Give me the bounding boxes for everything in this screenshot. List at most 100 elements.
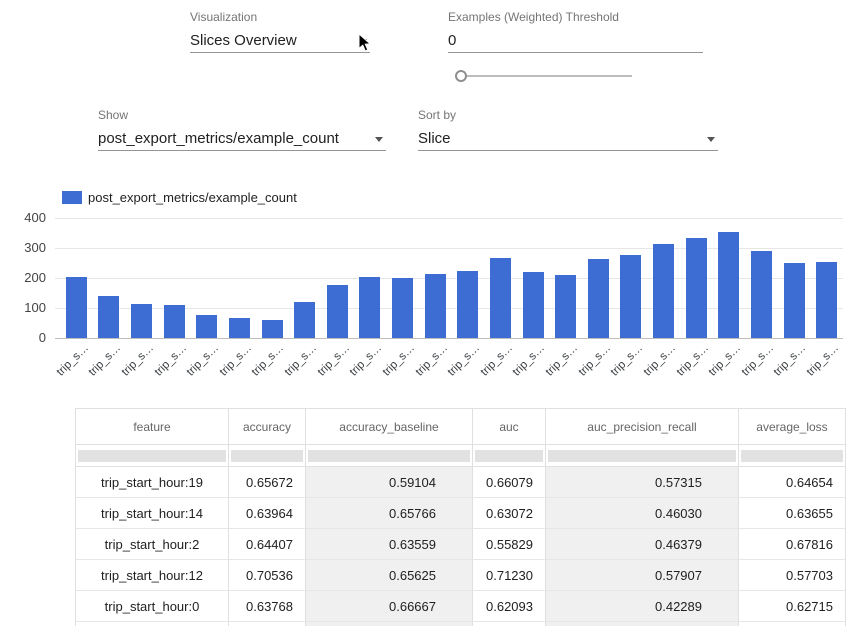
- bar[interactable]: [686, 238, 707, 338]
- threshold-slider-thumb[interactable]: [455, 70, 467, 82]
- column-header-feature[interactable]: feature: [76, 409, 229, 445]
- column-filter-accuracy_baseline[interactable]: [308, 450, 470, 462]
- sort-by-value: Slice: [418, 130, 451, 147]
- column-header-average_loss[interactable]: average_loss: [739, 409, 846, 445]
- bar[interactable]: [98, 296, 119, 338]
- y-axis-tick-label: 400: [0, 210, 46, 225]
- gridline: [55, 338, 843, 339]
- sort-by-label: Sort by: [418, 108, 456, 122]
- bar[interactable]: [653, 244, 674, 338]
- bar[interactable]: [588, 259, 609, 338]
- metric-cell: 0.64407: [229, 529, 306, 560]
- feature-cell: trip_start_hour:19: [76, 467, 229, 498]
- bar[interactable]: [164, 305, 185, 338]
- metric-cell: 0.42289: [546, 591, 739, 622]
- bar[interactable]: [620, 255, 641, 338]
- x-axis-tick-label: trip_s…: [315, 342, 352, 379]
- x-axis-tick-label: trip_s…: [642, 342, 679, 379]
- column-header-auc[interactable]: auc: [473, 409, 546, 445]
- table-row[interactable]: trip_start_hour:140.639640.657660.630720…: [76, 498, 846, 529]
- table-row[interactable]: trip_start_hour:20.644070.635590.558290.…: [76, 529, 846, 560]
- bar[interactable]: [359, 277, 380, 339]
- bar[interactable]: [196, 315, 217, 338]
- table-row[interactable]: trip_start_hour:190.656720.591040.660790…: [76, 467, 846, 498]
- bar[interactable]: [816, 262, 837, 338]
- bar[interactable]: [262, 320, 283, 338]
- x-axis-tick-label: trip_s…: [217, 342, 254, 379]
- threshold-label: Examples (Weighted) Threshold: [448, 10, 619, 24]
- metric-cell: 0.63655: [739, 498, 846, 529]
- legend-label: post_export_metrics/example_count: [88, 190, 297, 205]
- column-filter-feature[interactable]: [78, 450, 226, 462]
- bar[interactable]: [523, 272, 544, 338]
- metric-cell: 0.67816: [739, 529, 846, 560]
- metric-cell: 0.65766: [306, 498, 473, 529]
- bar[interactable]: [229, 318, 250, 338]
- bar[interactable]: [751, 251, 772, 338]
- column-filter-auc_precision_recall[interactable]: [548, 450, 736, 462]
- bar[interactable]: [490, 258, 511, 338]
- table-row[interactable]: trip_start_hour:00.637680.666670.620930.…: [76, 591, 846, 622]
- bar[interactable]: [457, 271, 478, 338]
- filter-cell: [739, 445, 846, 467]
- metric-cell: 0.65625: [306, 560, 473, 591]
- metric-cell: 0.46030: [546, 498, 739, 529]
- filter-cell: [306, 445, 473, 467]
- metric-cell: 0.71230: [473, 560, 546, 591]
- x-axis-tick-label: trip_s…: [576, 342, 613, 379]
- column-header-auc_precision_recall[interactable]: auc_precision_recall: [546, 409, 739, 445]
- y-axis-tick-label: 100: [0, 300, 46, 315]
- bar[interactable]: [718, 232, 739, 338]
- metric-cell: 0.44173: [546, 622, 739, 626]
- x-axis-tick-label: trip_s…: [185, 342, 222, 379]
- feature-cell: trip_start_hour:23: [76, 622, 229, 626]
- feature-cell: trip_start_hour:12: [76, 560, 229, 591]
- metric-cell: 0.65672: [229, 467, 306, 498]
- chevron-down-icon: [375, 137, 383, 142]
- metric-cell: 0.46379: [546, 529, 739, 560]
- table-row[interactable]: trip_start_hour:230.660160.648440.583370…: [76, 622, 846, 626]
- bar[interactable]: [66, 277, 87, 339]
- x-axis-tick-label: trip_s…: [381, 342, 418, 379]
- gridline: [55, 218, 843, 219]
- x-axis-tick-label: trip_s…: [87, 342, 124, 379]
- column-header-accuracy[interactable]: accuracy: [229, 409, 306, 445]
- show-dropdown[interactable]: post_export_metrics/example_count: [98, 128, 386, 151]
- visualization-dropdown[interactable]: Slices Overview: [190, 30, 370, 53]
- column-filter-accuracy[interactable]: [231, 450, 303, 462]
- column-filter-average_loss[interactable]: [741, 450, 843, 462]
- metric-cell: 0.66016: [229, 622, 306, 626]
- bar[interactable]: [327, 285, 348, 338]
- bar[interactable]: [425, 274, 446, 338]
- bar[interactable]: [784, 263, 805, 338]
- bar[interactable]: [392, 278, 413, 338]
- feature-cell: trip_start_hour:14: [76, 498, 229, 529]
- x-axis-tick-label: trip_s…: [739, 342, 776, 379]
- bar[interactable]: [131, 304, 152, 338]
- table-row[interactable]: trip_start_hour:120.705360.656250.712300…: [76, 560, 846, 591]
- x-axis-tick-label: trip_s…: [54, 342, 91, 379]
- sort-by-dropdown[interactable]: Slice: [418, 128, 718, 151]
- threshold-slider-track[interactable]: [455, 75, 632, 77]
- metric-cell: 0.55829: [473, 529, 546, 560]
- metric-cell: 0.59104: [306, 467, 473, 498]
- bar[interactable]: [555, 275, 576, 338]
- metric-cell: 0.62093: [473, 591, 546, 622]
- metric-cell: 0.57315: [546, 467, 739, 498]
- legend-swatch: [62, 191, 82, 204]
- y-axis-tick-label: 300: [0, 240, 46, 255]
- chevron-down-icon: [707, 137, 715, 142]
- x-axis-tick-label: trip_s…: [413, 342, 450, 379]
- column-header-accuracy_baseline[interactable]: accuracy_baseline: [306, 409, 473, 445]
- visualization-value: Slices Overview: [190, 32, 297, 49]
- column-filter-auc[interactable]: [475, 450, 543, 462]
- metric-cell: 0.70536: [229, 560, 306, 591]
- threshold-input[interactable]: 0: [448, 30, 703, 53]
- metric-cell: 0.65142: [739, 622, 846, 626]
- feature-cell: trip_start_hour:2: [76, 529, 229, 560]
- bar[interactable]: [294, 302, 315, 338]
- x-axis-tick-label: trip_s…: [544, 342, 581, 379]
- filter-cell: [76, 445, 229, 467]
- filter-cell: [546, 445, 739, 467]
- metric-cell: 0.64844: [306, 622, 473, 626]
